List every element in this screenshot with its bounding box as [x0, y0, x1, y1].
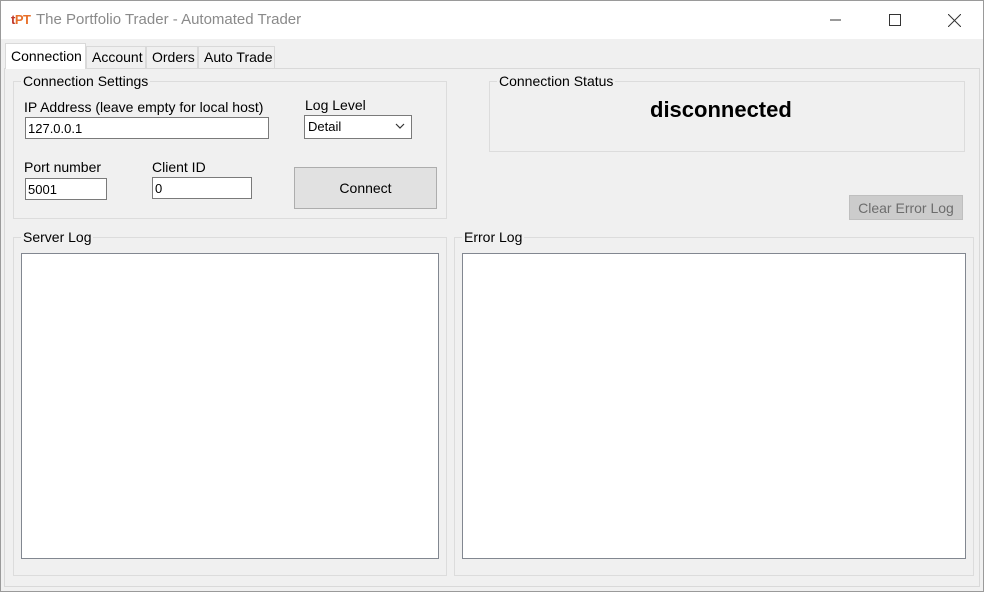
client-id-label: Client ID	[152, 159, 206, 175]
connection-status-value: disconnected	[650, 97, 792, 122]
connection-status-title: Connection Status	[497, 73, 616, 89]
connect-button[interactable]: Connect	[294, 167, 437, 209]
port-number-input[interactable]	[25, 178, 107, 200]
ip-address-label: IP Address (leave empty for local host)	[24, 99, 264, 115]
clear-error-log-button[interactable]: Clear Error Log	[849, 195, 963, 220]
error-log-group: Error Log	[454, 229, 974, 576]
chevron-down-icon	[395, 123, 405, 129]
connection-tab-page: Connection Settings IP Address (leave em…	[4, 68, 980, 587]
maximize-button[interactable]	[872, 1, 918, 39]
app-logo-pt: PT	[14, 12, 31, 27]
error-log-title: Error Log	[462, 229, 525, 245]
close-button[interactable]	[931, 1, 977, 39]
server-log-textarea[interactable]	[21, 253, 439, 559]
client-id-input[interactable]	[152, 177, 252, 199]
app-window: tPT The Portfolio Trader - Automated Tra…	[0, 0, 984, 592]
tab-strip: Connection Account Orders Auto Trade	[1, 39, 983, 69]
connection-settings-group: Connection Settings IP Address (leave em…	[13, 73, 447, 219]
error-log-textarea[interactable]	[462, 253, 966, 559]
tab-account[interactable]: Account	[86, 46, 146, 68]
log-level-select[interactable]: Detail	[304, 115, 412, 139]
log-level-label: Log Level	[305, 97, 366, 113]
tab-connection[interactable]: Connection	[5, 43, 86, 69]
minimize-icon	[830, 19, 841, 21]
window-title: The Portfolio Trader - Automated Trader	[36, 11, 302, 28]
tab-auto-trade[interactable]: Auto Trade	[198, 46, 275, 68]
app-logo-icon: tPT	[11, 12, 31, 27]
server-log-title: Server Log	[21, 229, 94, 245]
connection-status-group: Connection Status disconnected	[489, 73, 965, 152]
maximize-icon	[889, 14, 901, 26]
port-number-label: Port number	[24, 159, 102, 175]
connection-settings-title: Connection Settings	[21, 73, 151, 89]
log-level-value: Detail	[308, 119, 342, 134]
title-bar: tPT The Portfolio Trader - Automated Tra…	[1, 1, 983, 39]
ip-address-input[interactable]	[25, 117, 269, 139]
server-log-group: Server Log	[13, 229, 447, 576]
minimize-button[interactable]	[813, 1, 859, 39]
close-icon	[947, 13, 961, 27]
tab-orders[interactable]: Orders	[146, 46, 198, 68]
